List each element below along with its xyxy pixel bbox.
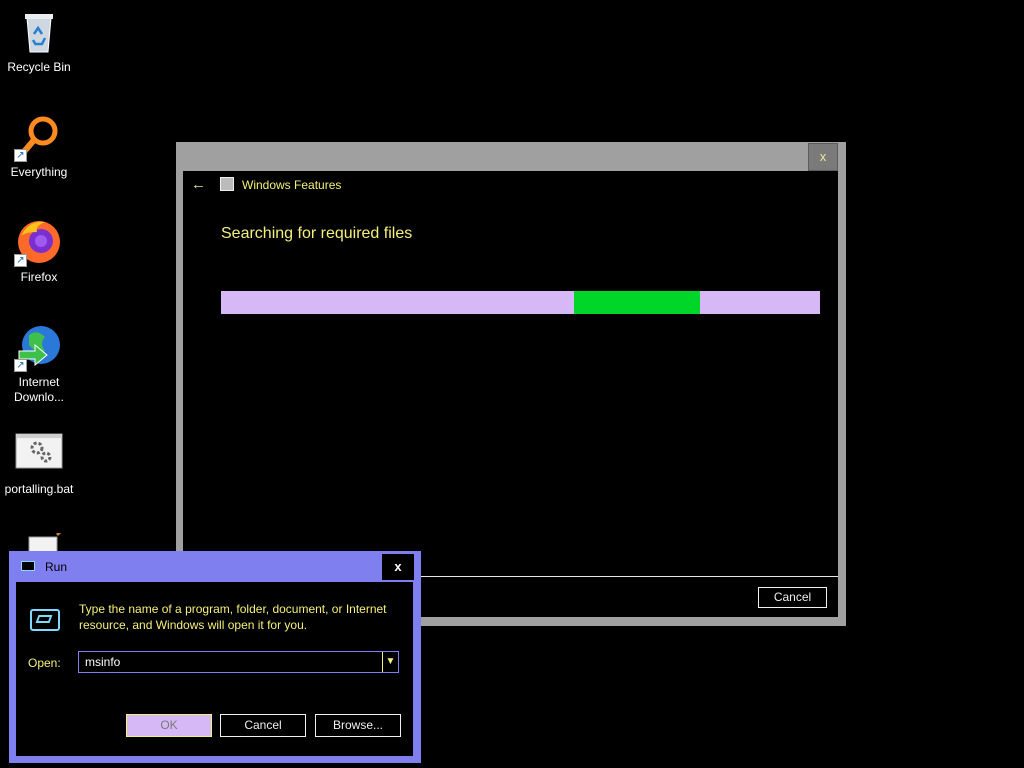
desktop-icon-label: Everything xyxy=(10,165,68,179)
desktop-icon-firefox[interactable]: ↗ Firefox xyxy=(0,218,78,285)
batch-file-gear-icon xyxy=(15,430,63,478)
run-body: Type the name of a program, folder, docu… xyxy=(16,582,413,756)
open-input[interactable] xyxy=(78,651,399,673)
progress-bar xyxy=(221,291,820,314)
desktop-icon-everything[interactable]: ↗ Everything xyxy=(0,113,78,180)
chevron-down-icon[interactable]: ▼ xyxy=(382,652,398,672)
desktop-icon-label: Firefox xyxy=(20,270,58,284)
desktop-icon-recycle-bin[interactable]: Recycle Bin xyxy=(0,8,78,75)
shortcut-arrow-icon: ↗ xyxy=(14,359,27,372)
desktop-icon-portalling-bat[interactable]: portalling.bat xyxy=(0,430,78,497)
cancel-button[interactable]: Cancel xyxy=(220,714,306,737)
desktop-icon-label: portalling.bat xyxy=(4,482,74,496)
run-close-button[interactable]: x xyxy=(382,554,414,580)
run-title: Run xyxy=(45,560,68,574)
windows-features-close-button[interactable]: x xyxy=(808,143,838,171)
windows-features-heading: Searching for required files xyxy=(221,225,413,242)
windows-features-titlebar: ← Windows Features xyxy=(183,171,838,199)
run-program-icon xyxy=(30,609,60,631)
open-label: Open: xyxy=(28,656,61,670)
run-titlebar: Run x xyxy=(9,551,421,581)
desktop-icon-label-line1: Internet xyxy=(18,375,60,389)
globe-download-icon: ↗ xyxy=(14,323,63,372)
shortcut-arrow-icon: ↗ xyxy=(14,254,27,267)
run-app-icon xyxy=(21,561,35,571)
progress-bar-chunk xyxy=(574,291,701,314)
firefox-icon: ↗ xyxy=(14,218,63,267)
recycle-bin-icon xyxy=(15,8,63,56)
windows-features-app-icon xyxy=(220,177,234,191)
desktop-icon-label-line2: Downlo... xyxy=(13,390,65,404)
browse-button[interactable]: Browse... xyxy=(315,714,401,737)
back-arrow-icon[interactable]: ← xyxy=(191,176,206,193)
ok-button[interactable]: OK xyxy=(126,714,212,737)
windows-features-title: Windows Features xyxy=(242,178,342,192)
search-magnifier-icon: ↗ xyxy=(14,113,63,162)
desktop-icon-label: Recycle Bin xyxy=(7,60,71,74)
desktop-icon-internet-download-manager[interactable]: ↗ Internet Downlo... xyxy=(0,323,78,405)
run-dialog: Run x Type the name of a program, folder… xyxy=(9,551,421,763)
run-description: Type the name of a program, folder, docu… xyxy=(79,602,387,632)
windows-features-cancel-button[interactable]: Cancel xyxy=(758,587,827,608)
shortcut-arrow-icon: ↗ xyxy=(14,149,27,162)
